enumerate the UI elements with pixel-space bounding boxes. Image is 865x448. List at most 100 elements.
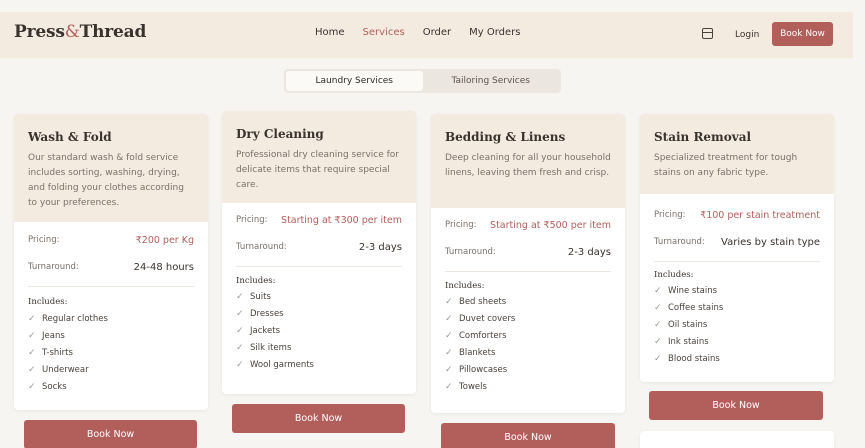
includes-list: ✓ Suits ✓ Dresses ✓ Jackets ✓ Silk items ✓ Wo… (236, 288, 402, 373)
pricing-value: ₹100 per stain treatment (700, 209, 820, 221)
check-icon: ✓ (654, 285, 662, 296)
check-icon: ✓ (654, 319, 662, 330)
list-item-text: T-shirts (42, 347, 73, 358)
card-header: Stain Removal Specialized treatment for … (640, 114, 834, 194)
nav-link-services[interactable]: Services (363, 27, 405, 38)
check-icon: ✓ (236, 325, 244, 336)
card-header: Dry Cleaning Professional dry cleaning s… (222, 111, 416, 203)
list-item-text: Silk items (250, 342, 292, 353)
book-now-button-wash-fold[interactable]: Book Now (24, 420, 197, 448)
list-item-text: Coffee stains (668, 302, 724, 313)
check-icon: ✓ (28, 381, 36, 392)
nav-link-order[interactable]: Order (423, 27, 451, 38)
brand-logo[interactable]: Press&Thread (14, 22, 146, 42)
list-item-text: Bed sheets (459, 296, 507, 307)
service-card-stain-removal: Stain Removal Specialized treatment for … (640, 114, 834, 382)
list-item: ✓ Duvet covers (445, 310, 611, 327)
list-item: ✓ Suits (236, 288, 402, 305)
turnaround-label: Turnaround: (28, 262, 79, 272)
nav-link-my-orders[interactable]: My Orders (469, 27, 520, 38)
pricing-label: Pricing: (28, 235, 60, 245)
list-item-text: Duvet covers (459, 313, 516, 324)
list-item: ✓ T-shirts (28, 344, 194, 361)
list-item: ✓ Towels (445, 378, 611, 395)
check-icon: ✓ (236, 342, 244, 353)
top-navbar: Press&Thread Home Services Order My Orde… (0, 12, 853, 58)
book-now-button-bedding-linens[interactable]: Book Now (441, 423, 615, 448)
list-item: ✓ Oil stains (654, 316, 820, 333)
turnaround-row: Turnaround: 24-48 hours (28, 254, 194, 280)
list-item: ✓ Coffee stains (654, 299, 820, 316)
includes-heading: Includes: (28, 297, 68, 307)
check-icon: ✓ (236, 308, 244, 319)
divider (445, 271, 611, 272)
list-item-text: Socks (42, 381, 67, 392)
turnaround-label: Turnaround: (445, 247, 496, 257)
pricing-label: Pricing: (445, 220, 477, 230)
tab-laundry-services[interactable]: Laundry Services (286, 71, 423, 91)
list-item-text: Wool garments (250, 359, 314, 370)
divider (654, 261, 820, 262)
check-icon: ✓ (654, 353, 662, 364)
list-item: ✓ Regular clothes (28, 310, 194, 327)
list-item: ✓ Jeans (28, 327, 194, 344)
check-icon: ✓ (28, 347, 36, 358)
check-icon: ✓ (445, 381, 453, 392)
list-item: ✓ Underwear (28, 361, 194, 378)
check-icon: ✓ (28, 330, 36, 341)
list-item: ✓ Wine stains (654, 282, 820, 299)
check-icon: ✓ (445, 296, 453, 307)
card-header: Bedding & Linens Deep cleaning for all y… (431, 114, 625, 208)
service-card-wash-fold: Wash & Fold Our standard wash & fold ser… (14, 114, 208, 410)
card-title: Dry Cleaning (236, 127, 324, 141)
list-item-text: Pillowcases (459, 364, 508, 375)
list-item: ✓ Blankets (445, 344, 611, 361)
list-item: ✓ Wool garments (236, 356, 402, 373)
turnaround-label: Turnaround: (654, 237, 705, 247)
tab-tailoring-services[interactable]: Tailoring Services (423, 71, 560, 91)
book-now-button-dry-cleaning[interactable]: Book Now (232, 404, 405, 433)
service-tabs: Laundry Services Tailoring Services (284, 69, 561, 93)
turnaround-value: 2-3 days (567, 246, 611, 258)
service-card-bedding-linens: Bedding & Linens Deep cleaning for all y… (431, 114, 625, 413)
nav-link-home[interactable]: Home (315, 27, 345, 38)
book-now-header-button[interactable]: Book Now (772, 22, 833, 46)
card-title: Stain Removal (654, 130, 752, 144)
card-description: Our standard wash & fold service include… (28, 153, 184, 208)
list-item-text: Jackets (250, 325, 280, 336)
list-item-text: Jeans (42, 330, 65, 341)
list-item-text: Ink stains (668, 336, 709, 347)
includes-heading: Includes: (236, 276, 276, 286)
list-item: ✓ Jackets (236, 322, 402, 339)
pricing-label: Pricing: (654, 210, 686, 220)
list-item: ✓ Blood stains (654, 350, 820, 367)
card-description: Specialized treatment for tough stains o… (654, 153, 798, 178)
check-icon: ✓ (445, 347, 453, 358)
pricing-value: ₹200 per Kg (135, 234, 194, 246)
brand-part1: Press (14, 22, 65, 42)
pricing-label: Pricing: (236, 215, 268, 225)
list-item: ✓ Silk items (236, 339, 402, 356)
divider (236, 266, 402, 267)
pricing-row: Pricing: ₹200 per Kg (28, 226, 194, 254)
turnaround-row: Turnaround: Varies by stain type (654, 229, 820, 255)
list-item-text: Oil stains (668, 319, 708, 330)
list-item-text: Comforters (459, 330, 507, 341)
list-item: ✓ Socks (28, 378, 194, 395)
check-icon: ✓ (654, 302, 662, 313)
includes-heading: Includes: (445, 281, 485, 291)
pricing-value: Starting at ₹500 per item (490, 219, 611, 231)
list-item: ✓ Comforters (445, 327, 611, 344)
turnaround-row: Turnaround: 2-3 days (445, 239, 611, 265)
list-item-text: Towels (459, 381, 487, 392)
calendar-icon[interactable] (702, 28, 713, 39)
login-link[interactable]: Login (735, 30, 759, 40)
brand-part2: Thread (79, 22, 147, 42)
check-icon: ✓ (445, 330, 453, 341)
pricing-row: Pricing: Starting at ₹500 per item (445, 211, 611, 239)
service-card-dry-cleaning: Dry Cleaning Professional dry cleaning s… (222, 111, 416, 394)
book-now-button-stain-removal[interactable]: Book Now (649, 391, 823, 420)
list-item-text: Dresses (250, 308, 284, 319)
list-item-text: Blankets (459, 347, 496, 358)
next-card-edge (640, 431, 834, 448)
